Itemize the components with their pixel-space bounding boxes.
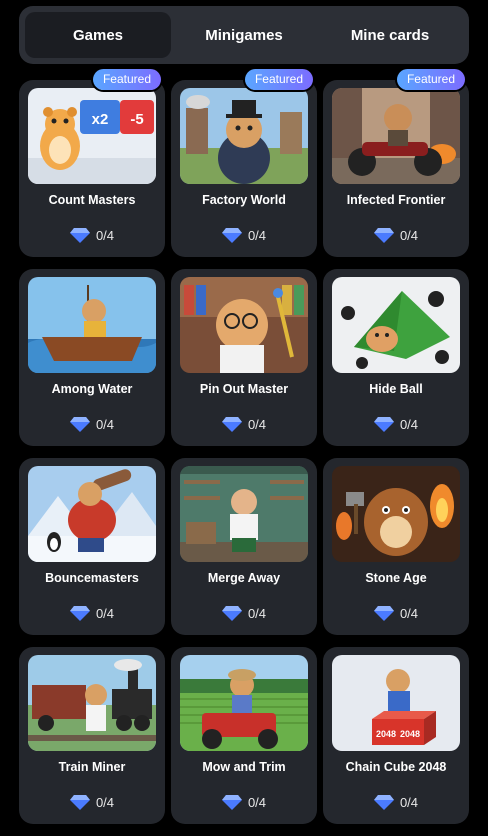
- featured-badge: Featured: [244, 69, 313, 90]
- progress: 0/4: [323, 227, 469, 243]
- game-thumbnail: [332, 466, 460, 562]
- game-card-factory-world[interactable]: Featured Factory World 0/4: [171, 69, 317, 257]
- progress-count: 0/4: [247, 227, 267, 243]
- game-card-chain-cube-2048[interactable]: 2048 2048 Chain Cube 2048 0/4: [323, 647, 469, 824]
- game-thumbnail: x2 -5: [28, 88, 156, 184]
- progress-count: 0/4: [399, 416, 419, 432]
- progress-count: 0/4: [399, 794, 419, 810]
- cube-label-right: 2048: [400, 729, 420, 739]
- featured-badge: Featured: [92, 69, 161, 90]
- game-thumbnail: [332, 88, 460, 184]
- game-title: Among Water: [51, 382, 133, 396]
- game-card-count-masters[interactable]: x2 -5 Featured Count Masters 0/4: [19, 69, 165, 257]
- game-thumbnail: [28, 277, 156, 373]
- progress: 0/4: [19, 605, 165, 621]
- game-thumbnail: [180, 277, 308, 373]
- progress: 0/4: [171, 794, 317, 810]
- progress: 0/4: [171, 416, 317, 432]
- game-thumbnail: [180, 88, 308, 184]
- game-title: Merge Away: [207, 571, 281, 585]
- game-title: Pin Out Master: [199, 382, 289, 396]
- tab-minigames[interactable]: Minigames: [171, 12, 317, 58]
- game-title: Train Miner: [58, 760, 126, 774]
- diamond-icon: [373, 417, 394, 432]
- diamond-icon: [373, 228, 394, 243]
- game-card-pin-out-master[interactable]: Pin Out Master 0/4: [171, 269, 317, 446]
- multiplier-label: x2: [92, 111, 109, 128]
- game-title: Factory World: [202, 193, 286, 207]
- game-title: Count Masters: [48, 193, 136, 207]
- progress: 0/4: [19, 416, 165, 432]
- diamond-icon: [373, 606, 394, 621]
- game-card-hide-ball[interactable]: Hide Ball 0/4: [323, 269, 469, 446]
- diamond-icon: [69, 795, 90, 810]
- game-card-among-water[interactable]: Among Water 0/4: [19, 269, 165, 446]
- progress: 0/4: [323, 416, 469, 432]
- progress-count: 0/4: [399, 227, 419, 243]
- progress-count: 0/4: [247, 605, 267, 621]
- progress-count: 0/4: [95, 227, 115, 243]
- progress-count: 0/4: [247, 794, 267, 810]
- diamond-icon: [221, 606, 242, 621]
- game-card-merge-away[interactable]: Merge Away 0/4: [171, 458, 317, 635]
- progress-count: 0/4: [399, 605, 419, 621]
- game-title: Mow and Trim: [202, 760, 286, 774]
- game-thumbnail: [332, 277, 460, 373]
- progress: 0/4: [323, 794, 469, 810]
- game-title: Bouncemasters: [45, 571, 139, 585]
- game-title: Chain Cube 2048: [345, 760, 447, 774]
- game-card-bouncemasters[interactable]: Bouncemasters 0/4: [19, 458, 165, 635]
- game-thumbnail: [180, 466, 308, 562]
- progress-count: 0/4: [247, 416, 267, 432]
- game-card-mow-and-trim[interactable]: Mow and Trim 0/4: [171, 647, 317, 824]
- game-card-train-miner[interactable]: Train Miner 0/4: [19, 647, 165, 824]
- game-title: Stone Age: [365, 571, 427, 585]
- game-card-stone-age[interactable]: Stone Age 0/4: [323, 458, 469, 635]
- progress-count: 0/4: [95, 416, 115, 432]
- tab-bar: Games Minigames Mine cards: [19, 6, 469, 64]
- diamond-icon: [69, 228, 90, 243]
- game-title: Hide Ball: [369, 382, 423, 396]
- game-title: Infected Frontier: [346, 193, 446, 207]
- cube-label-left: 2048: [376, 729, 396, 739]
- diamond-icon: [69, 606, 90, 621]
- diamond-icon: [221, 228, 242, 243]
- game-card-infected-frontier[interactable]: Featured Infected Frontier 0/4: [323, 69, 469, 257]
- diamond-icon: [221, 417, 242, 432]
- featured-badge: Featured: [396, 69, 465, 90]
- progress: 0/4: [19, 227, 165, 243]
- progress: 0/4: [171, 605, 317, 621]
- diamond-icon: [69, 417, 90, 432]
- game-thumbnail: 2048 2048: [332, 655, 460, 751]
- diamond-icon: [221, 795, 242, 810]
- game-thumbnail: [28, 466, 156, 562]
- progress: 0/4: [323, 605, 469, 621]
- tab-mine-cards[interactable]: Mine cards: [317, 12, 463, 58]
- progress: 0/4: [171, 227, 317, 243]
- diamond-icon: [373, 795, 394, 810]
- tab-games[interactable]: Games: [25, 12, 171, 58]
- progress: 0/4: [19, 794, 165, 810]
- progress-count: 0/4: [95, 605, 115, 621]
- minus-label: -5: [130, 111, 143, 128]
- game-thumbnail: [180, 655, 308, 751]
- game-thumbnail: [28, 655, 156, 751]
- progress-count: 0/4: [95, 794, 115, 810]
